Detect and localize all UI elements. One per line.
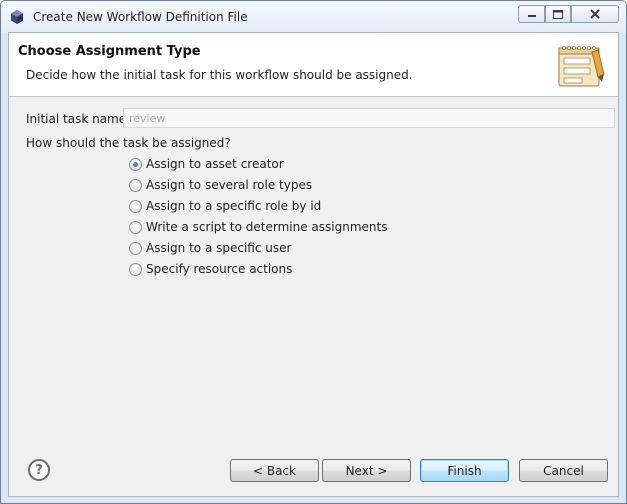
minimize-button[interactable]	[518, 5, 545, 23]
radio-label: Assign to a specific user	[146, 241, 292, 255]
radio-assign-asset-creator[interactable]: Assign to asset creator	[129, 155, 284, 173]
radio-assign-several-role-types[interactable]: Assign to several role types	[129, 176, 312, 194]
dialog-client-area: Choose Assignment Type Decide how the in…	[8, 32, 619, 497]
radio-label: Assign to several role types	[146, 178, 313, 192]
back-button[interactable]: < Back	[230, 459, 319, 482]
initial-task-name-label: Initial task name:	[26, 112, 131, 126]
radio-assign-specific-role-by-id[interactable]: Assign to a specific role by id	[129, 197, 321, 215]
radio-label: Specify resource actions	[146, 262, 293, 276]
help-icon: ?	[35, 462, 43, 478]
radio-button[interactable]	[129, 262, 142, 276]
wizard-banner-icon	[558, 46, 605, 87]
radio-label: Assign to asset creator	[146, 157, 284, 171]
assignment-question-label: How should the task be assigned?	[26, 136, 231, 150]
close-button[interactable]	[571, 5, 619, 23]
radio-button[interactable]	[129, 199, 142, 213]
title-bar: Create New Workflow Definition File	[1, 1, 626, 33]
radio-button[interactable]	[129, 178, 142, 192]
page-title: Choose Assignment Type	[18, 44, 201, 59]
minimize-icon	[527, 15, 536, 17]
radio-write-script[interactable]: Write a script to determine assignments	[129, 218, 387, 236]
close-icon	[590, 9, 600, 19]
radio-button[interactable]	[129, 220, 142, 234]
app-icon	[11, 10, 23, 24]
radio-assign-specific-user[interactable]: Assign to a specific user	[129, 239, 291, 257]
page-description: Decide how the initial task for this wor…	[26, 68, 413, 82]
dialog-window: Create New Workflow Definition File Choo…	[0, 0, 627, 504]
radio-button[interactable]	[129, 157, 142, 171]
maximize-button[interactable]	[545, 5, 571, 23]
cancel-button[interactable]: Cancel	[519, 459, 608, 482]
radio-label: Write a script to determine assignments	[146, 220, 388, 234]
next-button[interactable]: Next >	[322, 459, 411, 482]
radio-button[interactable]	[129, 241, 142, 255]
radio-label: Assign to a specific role by id	[146, 199, 322, 213]
radio-specify-resource-actions[interactable]: Specify resource actions	[129, 260, 292, 278]
help-button[interactable]: ?	[28, 459, 50, 481]
wizard-header: Choose Assignment Type Decide how the in…	[9, 33, 618, 97]
initial-task-name-input[interactable]	[123, 108, 615, 128]
maximize-icon	[553, 9, 563, 19]
window-title: Create New Workflow Definition File	[33, 10, 248, 24]
finish-button[interactable]: Finish	[420, 459, 509, 482]
